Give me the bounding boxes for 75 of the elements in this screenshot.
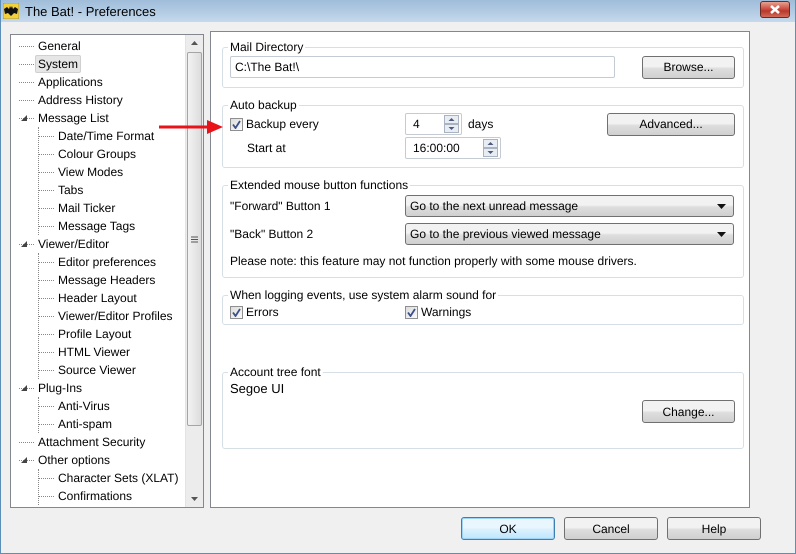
tree-item[interactable]: Tabs	[55, 181, 86, 199]
expanded-icon[interactable]	[21, 241, 27, 247]
expanded-icon[interactable]	[21, 115, 27, 121]
checkbox[interactable]	[230, 306, 243, 318]
button[interactable]: Change...	[642, 400, 735, 423]
checkbox[interactable]	[405, 306, 418, 318]
check-icon	[232, 120, 241, 128]
field-label: "Back" Button 2	[230, 227, 314, 241]
caret-icon	[717, 204, 726, 208]
tree-item[interactable]: Mail Ticker	[55, 199, 118, 217]
tree-item[interactable]: Confirmations	[55, 487, 136, 505]
spin-up-icon[interactable]	[444, 115, 459, 124]
unit-label: days	[468, 117, 494, 131]
checkbox-label: Backup every	[246, 117, 319, 131]
check-icon	[232, 308, 241, 316]
tree-item[interactable]: Anti-spam	[55, 415, 116, 433]
group-title: When logging events, use system alarm sound for	[229, 288, 498, 302]
tree-item[interactable]: Character Sets (XLAT)	[55, 469, 182, 487]
expanded-icon[interactable]	[21, 385, 27, 391]
button[interactable]: Help	[667, 517, 761, 540]
tree-item[interactable]: Message List	[35, 109, 112, 127]
tree-item[interactable]: Header Layout	[55, 289, 140, 307]
spin-down-icon[interactable]	[483, 148, 498, 157]
button[interactable]: OK	[461, 517, 555, 540]
checkbox-label: Errors	[246, 305, 279, 319]
tree-item[interactable]: Plug-Ins	[35, 379, 86, 397]
tree-item[interactable]: Address History	[35, 91, 126, 109]
button[interactable]: Advanced...	[607, 112, 735, 136]
button[interactable]: Cancel	[564, 517, 658, 540]
tree-item[interactable]: Applications	[35, 73, 106, 91]
font-name: Segoe UI	[230, 381, 286, 396]
group-title: Auto backup	[229, 98, 298, 112]
field-label: Start at	[247, 141, 286, 155]
close-button[interactable]	[760, 1, 790, 18]
checkbox[interactable]	[230, 118, 243, 130]
field-label: "Forward" Button 1	[230, 199, 331, 213]
tree-item[interactable]: View Modes	[55, 163, 126, 181]
scrollbar[interactable]	[185, 35, 203, 507]
checkbox-label: Warnings	[421, 305, 472, 319]
tree-item[interactable]: Message Headers	[55, 271, 158, 289]
window-title: The Bat! - Preferences	[25, 4, 156, 18]
app-icon	[3, 3, 19, 19]
spin-up-icon[interactable]	[483, 139, 498, 148]
tree-item[interactable]: HTML Viewer	[55, 343, 134, 361]
tree-item[interactable]: Viewer/Editor	[35, 235, 112, 253]
path-field[interactable]: C:\The Bat!\	[230, 56, 615, 78]
spin-down-icon[interactable]	[444, 124, 459, 133]
tree-item[interactable]: General	[35, 37, 84, 55]
group-title: Extended mouse button functions	[229, 178, 410, 192]
spin-field[interactable]: 16:00:00	[405, 137, 501, 159]
tree-item[interactable]: Anti-Virus	[55, 397, 113, 415]
tree-item[interactable]: System	[35, 55, 82, 73]
dropdown[interactable]: Go to the previous viewed message	[405, 223, 734, 245]
tree-item[interactable]: Colour Groups	[55, 145, 140, 163]
tree-item[interactable]: Attachment Security	[35, 433, 148, 451]
group-title: Mail Directory	[229, 40, 304, 54]
grip-icon	[191, 236, 198, 242]
spin-field[interactable]: 4	[405, 113, 462, 135]
tree-item[interactable]: Date/Time Format	[55, 127, 158, 145]
arrow	[159, 120, 223, 134]
tree-item[interactable]: Source Viewer	[55, 361, 139, 379]
scroll-thumb[interactable]	[187, 52, 202, 426]
group-title: Account tree font	[229, 365, 322, 379]
tree-item[interactable]: Viewer/Editor Profiles	[55, 307, 176, 325]
note-text: Please note: this feature may not function properly with some mouse drivers.	[230, 254, 638, 270]
tree-item[interactable]: Profile Layout	[55, 325, 134, 343]
expanded-icon[interactable]	[21, 457, 27, 463]
close-icon	[769, 5, 781, 14]
tree-item[interactable]: Editor preferences	[55, 253, 160, 271]
dropdown[interactable]: Go to the next unread message	[405, 195, 734, 217]
check-icon	[407, 308, 416, 316]
tree-item[interactable]: Message Tags	[55, 217, 138, 235]
caret-icon	[717, 232, 726, 236]
button[interactable]: Browse...	[642, 56, 735, 78]
tree-item[interactable]: Other options	[35, 451, 114, 469]
